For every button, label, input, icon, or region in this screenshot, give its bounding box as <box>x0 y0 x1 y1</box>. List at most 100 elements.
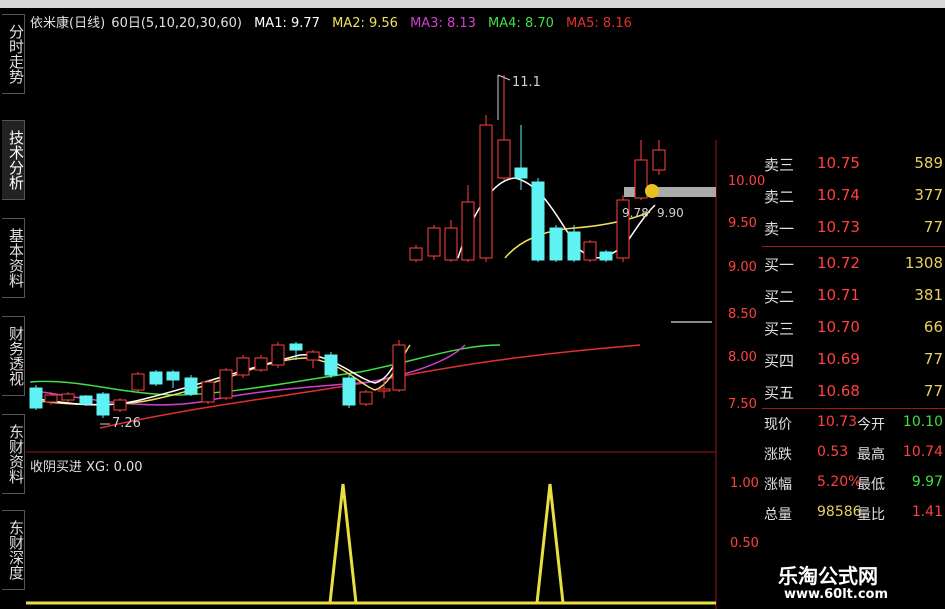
candle-body <box>427 227 441 257</box>
stat-key: 现价 <box>764 417 792 433</box>
candle-body <box>549 227 563 261</box>
candle-body <box>392 344 406 391</box>
candle-body <box>444 227 458 261</box>
order-book: 卖三 10.75 589 卖二 10.74 377 卖一 10.73 77 买一… <box>762 140 945 600</box>
watermark: 乐淘公式网 www.60lt.com <box>752 560 945 609</box>
stat-key: 最低 <box>857 477 885 493</box>
mid-label-1: 9.78 <box>622 206 649 220</box>
candle-body <box>149 371 163 385</box>
sell-volume: 77 <box>923 218 943 236</box>
candle-body <box>514 167 528 179</box>
buy-volume: 66 <box>923 318 943 336</box>
watermark-url: www.60lt.com <box>784 587 889 602</box>
buy-price: 10.72 <box>817 254 860 272</box>
price-axis-9-50: 9.50 <box>728 216 757 231</box>
stat-value: 10.74 <box>902 444 943 460</box>
candle-body <box>359 391 373 405</box>
candle-body <box>377 388 391 392</box>
high-label: 11.1 <box>512 75 541 90</box>
sell-label: 卖三 <box>764 156 795 174</box>
candle-body <box>236 357 250 376</box>
sell-row-2: 卖二 10.74 377 <box>762 182 945 209</box>
mid-label-2: 9.90 <box>657 206 684 220</box>
candle-body <box>461 201 475 261</box>
buy-row-1: 买一 10.72 1308 <box>762 250 945 277</box>
stat-row-change: 涨跌 0.53 最高 10.74 <box>762 442 945 464</box>
sell-volume: 377 <box>914 186 943 204</box>
candle-body <box>531 181 545 261</box>
sell-price: 10.73 <box>817 218 860 236</box>
buy-volume: 77 <box>923 382 943 400</box>
stat-row-volume: 总量 98586 量比 1.41 <box>762 502 945 524</box>
candle-body <box>567 231 581 261</box>
candle-body <box>184 377 198 395</box>
candle-body <box>652 149 666 171</box>
indicator-axis-0-50: 0.50 <box>730 536 759 551</box>
ma5-line <box>99 344 641 429</box>
candlesticks <box>29 75 666 418</box>
price-axis-7-50: 7.50 <box>728 397 757 412</box>
stat-value: 10.10 <box>902 414 943 430</box>
stat-value: 9.97 <box>911 474 943 490</box>
candle-body <box>409 247 423 261</box>
stat-value: 98586 <box>817 504 862 520</box>
sell-row-3: 卖三 10.75 589 <box>762 150 945 177</box>
stat-key: 涨幅 <box>764 477 792 493</box>
candle-body <box>44 394 58 403</box>
stat-key: 最高 <box>857 447 885 463</box>
candle-body <box>201 381 215 403</box>
buy-label: 买二 <box>764 288 795 306</box>
price-axis-8-50: 8.50 <box>728 307 757 322</box>
candle-body <box>479 124 493 259</box>
buy-price: 10.70 <box>817 318 860 336</box>
buy-label: 买三 <box>764 320 795 338</box>
candle-body <box>289 343 303 351</box>
buy-label: 买四 <box>764 352 795 370</box>
sell-row-1: 卖一 10.73 77 <box>762 214 945 241</box>
buy-row-3: 买三 10.70 66 <box>762 314 945 341</box>
candle-body <box>342 377 356 406</box>
candle-body <box>497 139 511 179</box>
stat-value: 5.20% <box>817 474 862 490</box>
candle-body <box>166 371 180 381</box>
buy-volume: 1308 <box>904 254 943 272</box>
stat-value: 0.53 <box>817 444 849 460</box>
buy-volume: 381 <box>914 286 943 304</box>
buy-volume: 77 <box>923 350 943 368</box>
indicator-label: 收阴买进 XG: 0.00 <box>30 460 143 475</box>
sell-label: 卖一 <box>764 220 795 238</box>
buy-price: 10.69 <box>817 350 860 368</box>
candle-body <box>324 354 338 376</box>
buy-row-2: 买二 10.71 381 <box>762 282 945 309</box>
candle-body <box>599 251 613 261</box>
candle-body <box>254 357 268 371</box>
sell-volume: 589 <box>914 154 943 172</box>
stat-value: 1.41 <box>911 504 943 520</box>
buy-label: 买五 <box>764 384 795 402</box>
stat-value: 10.73 <box>817 414 858 430</box>
indicator-axis-1-00: 1.00 <box>730 476 759 491</box>
price-axis-8-00: 8.00 <box>728 350 757 365</box>
price-axis-10-00: 10.00 <box>728 174 766 189</box>
candle-body <box>583 241 597 261</box>
buy-row-5: 买五 10.68 77 <box>762 378 945 405</box>
sell-label: 卖二 <box>764 188 795 206</box>
candle-body <box>219 369 233 399</box>
low-label: 7.26 <box>112 416 141 431</box>
candle-body <box>113 399 127 411</box>
buy-row-4: 买四 10.69 77 <box>762 346 945 373</box>
watermark-title: 乐淘公式网 <box>778 564 878 588</box>
candle-body <box>61 393 75 401</box>
stat-row-pct: 涨幅 5.20% 最低 9.97 <box>762 472 945 494</box>
buy-price: 10.71 <box>817 286 860 304</box>
stat-key: 涨跌 <box>764 447 792 463</box>
indicator-line <box>26 483 716 605</box>
candle-body <box>96 393 110 416</box>
marker-icon <box>645 184 659 198</box>
buy-label: 买一 <box>764 256 795 274</box>
price-axis-9-00: 9.00 <box>728 260 757 275</box>
stat-key: 总量 <box>764 507 792 523</box>
candle-body <box>79 395 93 405</box>
candle-body <box>29 387 43 409</box>
stat-key: 今开 <box>857 417 885 433</box>
